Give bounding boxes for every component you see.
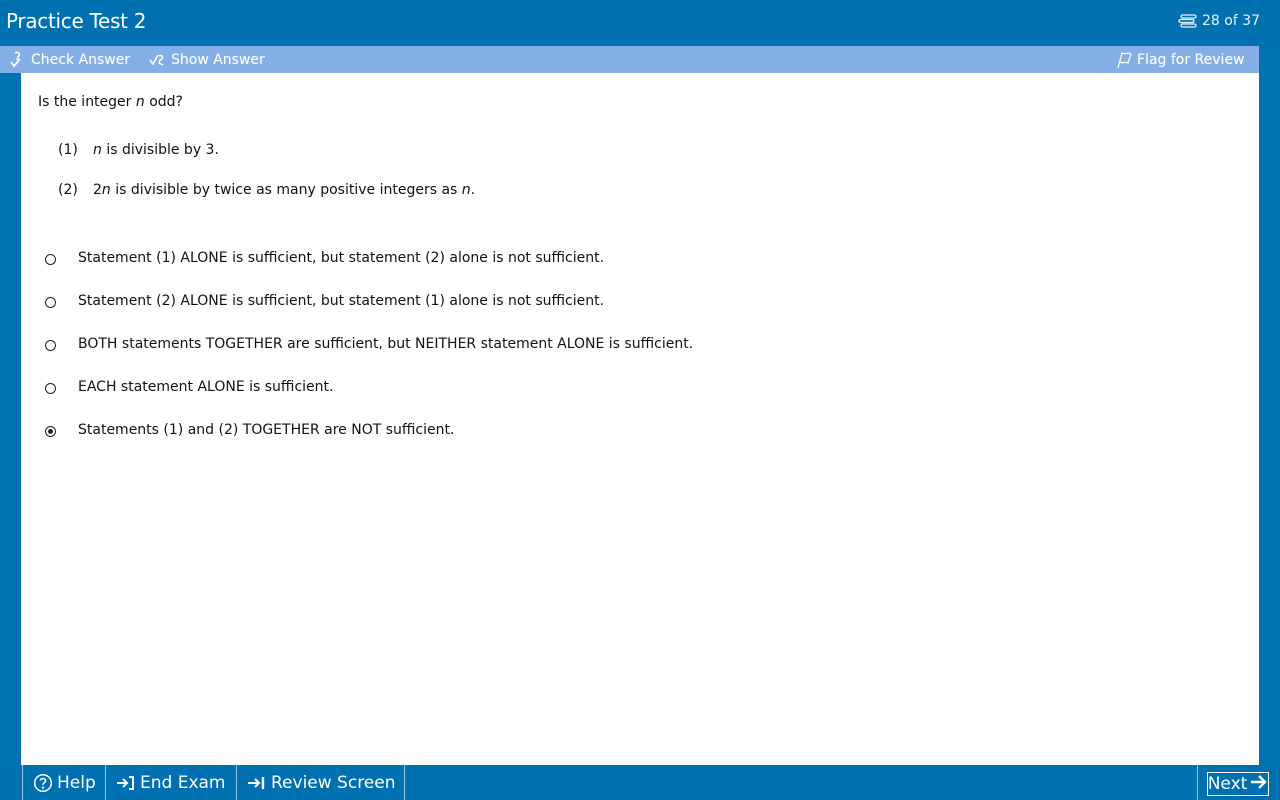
frame-left-edge (0, 73, 21, 765)
help-button[interactable]: Help (22, 765, 105, 800)
app-title: Practice Test 2 (6, 9, 147, 33)
toolbar: Check Answer Show Answer Flag for Review (0, 46, 1259, 73)
review-screen-label: Review Screen (271, 772, 396, 793)
statement-text: 2n is divisible by twice as many positiv… (93, 182, 475, 198)
frame-right-edge (1259, 73, 1280, 765)
show-answer-button[interactable]: Show Answer (149, 51, 265, 69)
answer-option-label: Statements (1) and (2) TOGETHER are NOT … (78, 422, 455, 438)
answer-option-d[interactable]: EACH statement ALONE is sufficient. (45, 379, 333, 395)
radio-button[interactable] (45, 382, 56, 394)
radio-button[interactable] (45, 253, 56, 265)
statement-end: . (470, 182, 476, 198)
statement-text: n is divisible by 3. (93, 142, 219, 158)
answer-option-b[interactable]: Statement (2) ALONE is sufficient, but s… (45, 293, 604, 309)
next-button[interactable]: Next (1197, 765, 1280, 800)
check-answer-icon (9, 51, 27, 69)
flag-icon (1115, 51, 1133, 69)
title-bar: Practice Test 2 28 of 37 (0, 0, 1280, 44)
question-stem-text: Is the integer (38, 94, 136, 110)
question-stem-end: odd? (144, 94, 183, 110)
radio-button[interactable] (45, 296, 56, 308)
statement-1: (1) n is divisible by 3. (58, 142, 219, 158)
next-arrow-icon (1250, 774, 1268, 795)
show-answer-icon (149, 51, 167, 69)
statement-number: (2) (58, 182, 78, 198)
question-counter: 28 of 37 (1178, 13, 1260, 29)
answer-option-c[interactable]: BOTH statements TOGETHER are sufficient,… (45, 336, 693, 352)
help-label: Help (57, 772, 96, 793)
progress-text: 28 of 37 (1201, 13, 1260, 29)
answer-option-e[interactable]: Statements (1) and (2) TOGETHER are NOT … (45, 422, 454, 438)
flag-for-review-button[interactable]: Flag for Review (1115, 51, 1245, 69)
flag-for-review-label: Flag for Review (1137, 52, 1245, 68)
answer-option-a[interactable]: Statement (1) ALONE is sufficient, but s… (45, 250, 604, 266)
question-panel: Is the integer n odd? (1) n is divisible… (21, 73, 1259, 765)
statement-number: (1) (58, 142, 78, 158)
radio-button[interactable] (45, 339, 56, 351)
radio-button-selected[interactable] (45, 425, 56, 437)
check-answer-button[interactable]: Check Answer (9, 51, 130, 69)
check-answer-label: Check Answer (31, 52, 131, 68)
statement-2: (2) 2n is divisible by twice as many pos… (58, 182, 475, 198)
answer-option-label: EACH statement ALONE is sufficient. (78, 379, 334, 395)
answer-option-label: Statement (1) ALONE is sufficient, but s… (78, 250, 605, 266)
variable-n: n (101, 182, 111, 198)
answer-option-label: Statement (2) ALONE is sufficient, but s… (78, 293, 605, 309)
statement-prefix: 2 (93, 182, 102, 198)
variable-n: n (135, 94, 145, 110)
end-exam-icon (116, 774, 136, 792)
variable-n: n (461, 182, 471, 198)
show-answer-label: Show Answer (171, 52, 265, 68)
statement-body: is divisible by 3. (101, 142, 219, 158)
statement-body: is divisible by twice as many positive i… (110, 182, 462, 198)
stack-icon (1178, 14, 1198, 28)
review-screen-button[interactable]: Review Screen (236, 765, 405, 800)
question-stem: Is the integer n odd? (38, 94, 183, 110)
variable-n: n (93, 142, 102, 158)
review-screen-icon (247, 774, 267, 792)
answer-option-label: BOTH statements TOGETHER are sufficient,… (78, 336, 694, 352)
help-icon (33, 773, 53, 793)
end-exam-button[interactable]: End Exam (105, 765, 236, 800)
bottom-bar: Help End Exam Review Screen Next (0, 765, 1280, 800)
next-button-frame: Next (1207, 772, 1269, 796)
end-exam-label: End Exam (140, 772, 226, 793)
next-label: Next (1207, 774, 1248, 794)
